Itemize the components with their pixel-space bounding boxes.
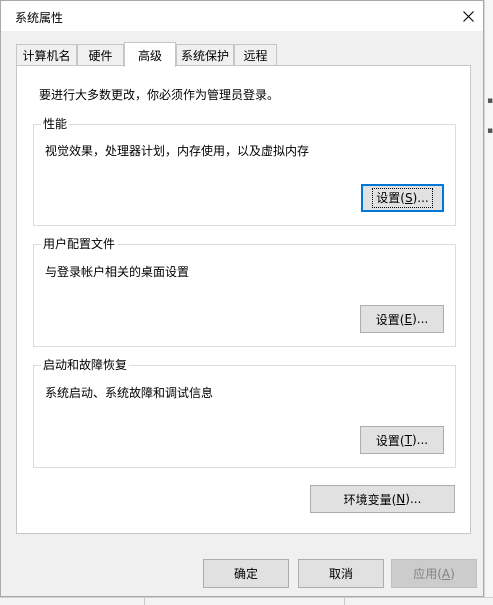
button-label-suffix: ) bbox=[450, 566, 455, 581]
tab-computer-name[interactable]: 计算机名 bbox=[16, 44, 77, 66]
button-label-suffix: )... bbox=[412, 191, 429, 205]
tab-label: 系统保护 bbox=[180, 49, 229, 63]
button-label-prefix: 设置( bbox=[375, 312, 405, 327]
button-label: 取消 bbox=[328, 567, 353, 581]
button-accelerator: A bbox=[441, 566, 451, 581]
performance-settings-button[interactable]: 设置(S)... bbox=[361, 184, 444, 212]
cancel-button[interactable]: 取消 bbox=[298, 559, 384, 588]
tab-label: 高级 bbox=[137, 48, 162, 63]
button-label-prefix: 设置( bbox=[375, 433, 405, 448]
window-title: 系统属性 bbox=[15, 11, 64, 25]
tab-remote[interactable]: 远程 bbox=[234, 44, 277, 66]
group-description: 与登录帐户相关的桌面设置 bbox=[45, 265, 190, 279]
tab-label: 远程 bbox=[243, 49, 268, 63]
system-properties-dialog: 系统属性 计算机名 硬件 高级 系统保护 远程 要进行大多数更改，你必须作为管理… bbox=[0, 0, 484, 597]
tab-strip: 计算机名 硬件 高级 系统保护 远程 bbox=[16, 42, 476, 67]
title-bar[interactable]: 系统属性 bbox=[1, 1, 483, 31]
background-glyph-icon: ▪ bbox=[487, 126, 493, 136]
button-accelerator: S bbox=[404, 191, 413, 205]
tab-hardware[interactable]: 硬件 bbox=[77, 44, 124, 66]
background-glyph-icon: ▪ bbox=[487, 96, 493, 106]
button-accelerator: N bbox=[396, 492, 406, 506]
background-taskbar-edge bbox=[0, 597, 493, 605]
background-window-edge: ▪ ▪ bbox=[484, 0, 493, 605]
performance-group: 性能 视觉效果，处理器计划，内存使用，以及虚拟内存 设置(S)... bbox=[33, 117, 456, 226]
user-profiles-group: 用户配置文件 与登录帐户相关的桌面设置 设置(E)... bbox=[33, 237, 456, 347]
close-icon bbox=[462, 10, 474, 22]
environment-variables-button[interactable]: 环境变量(N)... bbox=[310, 485, 455, 513]
button-accelerator: E bbox=[404, 312, 413, 326]
group-label: 启动和故障恢复 bbox=[41, 358, 130, 372]
tab-advanced[interactable]: 高级 bbox=[124, 42, 176, 67]
background-segment bbox=[0, 598, 145, 605]
button-label-suffix: )... bbox=[411, 433, 429, 447]
button-label: 确定 bbox=[233, 567, 258, 581]
startup-recovery-group: 启动和故障恢复 系统启动、系统故障和调试信息 设置(T)... bbox=[33, 358, 456, 468]
button-label-suffix: )... bbox=[412, 312, 429, 326]
ok-button[interactable]: 确定 bbox=[203, 559, 289, 588]
advanced-tab-panel: 要进行大多数更改，你必须作为管理员登录。 性能 视觉效果，处理器计划，内存使用，… bbox=[16, 65, 471, 534]
startup-recovery-settings-button[interactable]: 设置(T)... bbox=[360, 426, 444, 454]
group-label: 用户配置文件 bbox=[41, 237, 118, 251]
group-description: 系统启动、系统故障和调试信息 bbox=[45, 386, 214, 400]
apply-button[interactable]: 应用(A) bbox=[391, 559, 477, 588]
button-accelerator: T bbox=[404, 433, 412, 447]
tab-system-protection[interactable]: 系统保护 bbox=[176, 44, 234, 66]
group-description: 视觉效果，处理器计划，内存使用，以及虚拟内存 bbox=[45, 144, 310, 158]
background-segment bbox=[145, 598, 345, 605]
group-label: 性能 bbox=[41, 117, 70, 131]
user-profiles-settings-button[interactable]: 设置(E)... bbox=[360, 305, 444, 333]
close-button[interactable] bbox=[453, 1, 483, 31]
button-label-prefix: 应用( bbox=[413, 567, 442, 581]
button-label-suffix: )... bbox=[405, 492, 422, 506]
admin-note: 要进行大多数更改，你必须作为管理员登录。 bbox=[39, 88, 280, 102]
button-label-prefix: 环境变量( bbox=[343, 492, 397, 507]
tab-label: 硬件 bbox=[88, 49, 113, 63]
button-label-prefix: 设置( bbox=[376, 191, 405, 205]
tab-label: 计算机名 bbox=[22, 49, 71, 63]
